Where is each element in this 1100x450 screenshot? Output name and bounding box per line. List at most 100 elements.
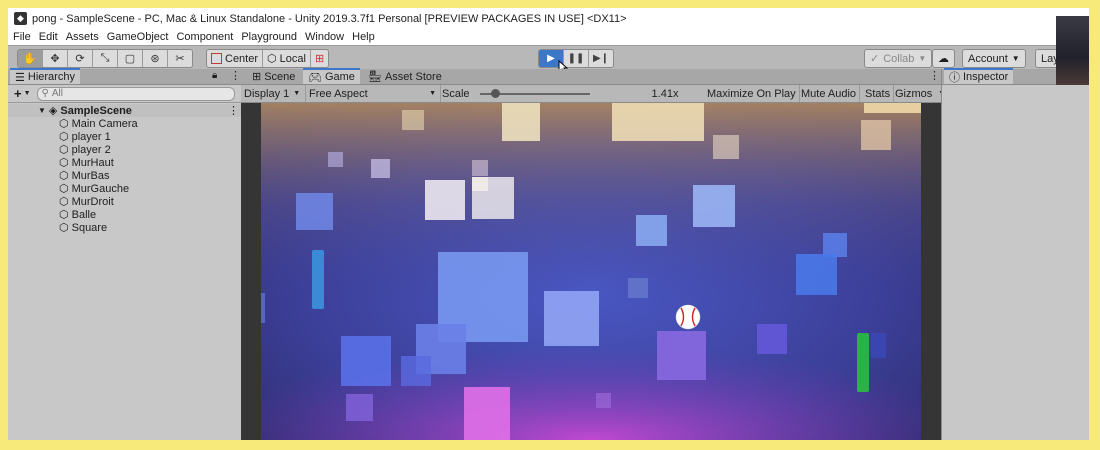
pivot-mode-label: Center xyxy=(225,52,259,65)
menu-edit[interactable]: Edit xyxy=(36,31,61,43)
background-square xyxy=(328,152,343,167)
pivot-center-icon xyxy=(211,53,222,64)
aspect-label: Free Aspect xyxy=(309,87,368,100)
hand-icon: ✋ xyxy=(23,53,37,65)
background-square xyxy=(636,215,667,246)
hierarchy-search-input[interactable]: ⚲ All xyxy=(36,86,235,101)
title-bar: ◆ pong - SampleScene - PC, Mac & Linux S… xyxy=(8,8,1089,29)
hierarchy-item-label: MurBas xyxy=(71,169,110,182)
display-label: Display 1 xyxy=(244,87,290,100)
maximize-on-play-toggle[interactable]: Maximize On Play xyxy=(704,85,800,102)
hand-tool-button[interactable]: ✋ xyxy=(18,50,43,67)
hierarchy-panel: + ▼ ⚲ All ▼ ◈ SampleScene ⋮ ⬡ Main Camera… xyxy=(8,85,241,440)
transform-icon: ⊛ xyxy=(150,53,160,65)
list-icon: ☰ xyxy=(15,71,25,84)
info-icon: ⓘ xyxy=(949,72,960,84)
collab-button[interactable]: ✓ Collab ▼ xyxy=(864,49,933,68)
hierarchy-item-label: player 1 xyxy=(71,130,111,143)
hierarchy-item[interactable]: ⬡ Square xyxy=(8,221,241,235)
menu-bar: File Edit Assets GameObject Component Pl… xyxy=(8,29,1089,46)
lock-icon[interactable]: 🔒︎ xyxy=(212,70,217,81)
scale-control: Scale 1.41x xyxy=(439,85,701,102)
step-button[interactable]: ▶❙ xyxy=(589,50,613,67)
scale-tool-button[interactable]: ⤡ xyxy=(93,50,118,67)
game-view[interactable] xyxy=(241,103,941,440)
play-icon: ▶ xyxy=(547,53,555,64)
display-dropdown[interactable]: Display 1 ▼ xyxy=(241,85,306,102)
chevron-down-icon: ▼ xyxy=(293,90,301,97)
pivot-mode-button[interactable]: Center xyxy=(207,50,264,67)
cloud-button[interactable]: ☁ xyxy=(932,49,955,68)
hierarchy-item[interactable]: ⬡ player 2 xyxy=(8,143,241,157)
game-view-toolbar: Display 1 ▼ Free Aspect ▼ Scale 1.41x Ma… xyxy=(241,85,945,103)
background-square xyxy=(693,185,735,227)
scene-row[interactable]: ▼ ◈ SampleScene ⋮ xyxy=(8,104,241,117)
background-square xyxy=(401,356,431,386)
background-square xyxy=(713,135,739,159)
search-placeholder: All xyxy=(51,88,63,99)
more-options-icon[interactable]: ⋮ xyxy=(228,104,239,117)
more-options-icon[interactable]: ⋮ xyxy=(929,69,940,82)
menu-assets[interactable]: Assets xyxy=(63,31,102,43)
hierarchy-item[interactable]: ⬡ MurBas xyxy=(8,169,241,183)
cloud-icon: ☁ xyxy=(938,53,949,65)
unity-editor-window: ◆ pong - SampleScene - PC, Mac & Linux S… xyxy=(8,8,1089,440)
hierarchy-item[interactable]: ⬡ Balle xyxy=(8,208,241,222)
move-tool-button[interactable]: ✥ xyxy=(43,50,68,67)
tab-inspector[interactable]: ⓘ Inspector xyxy=(944,68,1014,84)
gameobject-icon: ⬡ xyxy=(59,144,69,156)
tab-game[interactable]: 🎮︎ Game xyxy=(303,68,360,84)
background-square xyxy=(544,291,599,346)
hierarchy-item[interactable]: ⬡ Main Camera xyxy=(8,117,241,131)
stats-label: Stats xyxy=(865,87,891,100)
custom-tool-button[interactable]: ✂ xyxy=(168,50,192,67)
transform-tool-button[interactable]: ⊛ xyxy=(143,50,168,67)
background-square xyxy=(261,293,265,323)
scale-slider[interactable] xyxy=(479,88,590,98)
tab-asset-store[interactable]: 🏪︎ Asset Store xyxy=(363,69,447,84)
menu-window[interactable]: Window xyxy=(302,31,347,43)
hierarchy-item-label: Square xyxy=(71,221,108,234)
tab-game-label: Game xyxy=(324,71,355,83)
mute-audio-toggle[interactable]: Mute Audio xyxy=(798,85,861,102)
add-object-button[interactable]: + xyxy=(14,86,22,101)
hierarchy-item[interactable]: ⬡ MurHaut xyxy=(8,156,241,170)
collab-label: Collab xyxy=(883,52,915,65)
hierarchy-item[interactable]: ⬡ player 1 xyxy=(8,130,241,144)
aspect-dropdown[interactable]: Free Aspect ▼ xyxy=(306,85,441,102)
transform-tools: ✋ ✥ ⟳ ⤡ ▢ ⊛ ✂ xyxy=(17,49,193,68)
rect-tool-button[interactable]: ▢ xyxy=(118,50,143,67)
more-options-icon[interactable]: ⋮ xyxy=(230,69,241,82)
background-square xyxy=(346,394,373,421)
pivot-rotation-button[interactable]: ⬡ Local xyxy=(263,50,311,67)
game-render xyxy=(261,103,921,440)
menu-playground[interactable]: Playground xyxy=(238,31,300,43)
hierarchy-item[interactable]: ⬡ MurGauche xyxy=(8,182,241,196)
player-2-paddle xyxy=(857,333,869,392)
tab-hierarchy-label: Hierarchy xyxy=(27,71,75,83)
tab-scene[interactable]: ⊞ Scene xyxy=(247,69,300,84)
hierarchy-item-label: MurGauche xyxy=(71,182,130,195)
hierarchy-header: ☰ Hierarchy 🔒︎ ⋮ xyxy=(8,68,241,85)
hierarchy-item[interactable]: ⬡ MurDroit xyxy=(8,195,241,209)
menu-help[interactable]: Help xyxy=(349,31,378,43)
gizmos-toggle[interactable]: Gizmos ▼ xyxy=(892,85,948,102)
unity-scene-icon: ◈ xyxy=(48,105,58,117)
gizmos-label: Gizmos xyxy=(895,87,933,100)
player-1-paddle xyxy=(312,250,324,309)
menu-component[interactable]: Component xyxy=(173,31,236,43)
background-square xyxy=(823,233,847,257)
expand-arrow-icon[interactable]: ▼ xyxy=(38,106,46,115)
stats-toggle[interactable]: Stats xyxy=(862,85,895,102)
chevron-down-icon[interactable]: ▼ xyxy=(24,90,31,97)
account-button[interactable]: Account ▼ xyxy=(962,49,1026,68)
hierarchy-item-label: player 2 xyxy=(71,143,111,156)
scale-slider-handle[interactable] xyxy=(490,88,500,98)
background-square xyxy=(502,103,540,141)
rotate-tool-button[interactable]: ⟳ xyxy=(68,50,93,67)
tab-asset-store-label: Asset Store xyxy=(384,70,442,83)
grid-snap-button[interactable]: ⊞ xyxy=(311,50,328,67)
menu-file[interactable]: File xyxy=(10,31,34,43)
menu-gameobject[interactable]: GameObject xyxy=(104,31,172,43)
tab-hierarchy[interactable]: ☰ Hierarchy xyxy=(10,68,80,84)
